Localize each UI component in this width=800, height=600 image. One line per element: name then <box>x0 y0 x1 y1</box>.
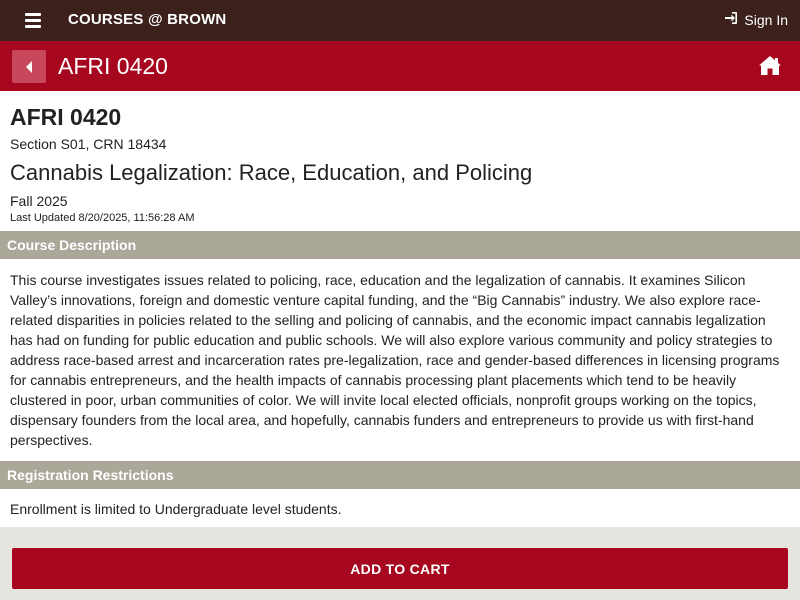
last-updated: Last Updated 8/20/2025, 11:56:28 AM <box>10 212 195 224</box>
sign-in-label: Sign In <box>744 11 788 28</box>
registration-restrictions-text: Enrollment is limited to Undergraduate l… <box>10 501 342 517</box>
back-button[interactable] <box>12 50 46 83</box>
caret-left-icon <box>26 61 32 73</box>
header-course-code: AFRI 0420 <box>58 53 168 79</box>
course-info: AFRI 0420 Section S01, CRN 18434 Cannabi… <box>10 103 790 225</box>
sign-in-icon <box>724 11 738 28</box>
hamburger-menu-icon[interactable] <box>25 13 41 28</box>
course-term: Fall 2025 <box>10 193 68 209</box>
course-code: AFRI 0420 <box>10 104 122 130</box>
course-header-bar: AFRI 0420 <box>0 41 800 91</box>
footer-action-area: ADD TO CART <box>0 527 800 600</box>
sign-in-link[interactable]: Sign In <box>724 11 788 28</box>
section-crn: Section S01, CRN 18434 <box>10 136 167 152</box>
site-brand[interactable]: COURSES @ BROWN <box>68 11 226 28</box>
course-description-text: This course investigates issues related … <box>10 272 780 448</box>
top-navigation-bar: COURSES @ BROWN Sign In <box>0 0 800 41</box>
home-icon <box>759 56 781 75</box>
course-title: Cannabis Legalization: Race, Education, … <box>10 160 533 185</box>
course-description-heading: Course Description <box>0 231 800 259</box>
add-to-cart-button[interactable]: ADD TO CART <box>12 548 788 589</box>
registration-restrictions-heading: Registration Restrictions <box>0 461 800 489</box>
home-button[interactable] <box>758 55 782 81</box>
